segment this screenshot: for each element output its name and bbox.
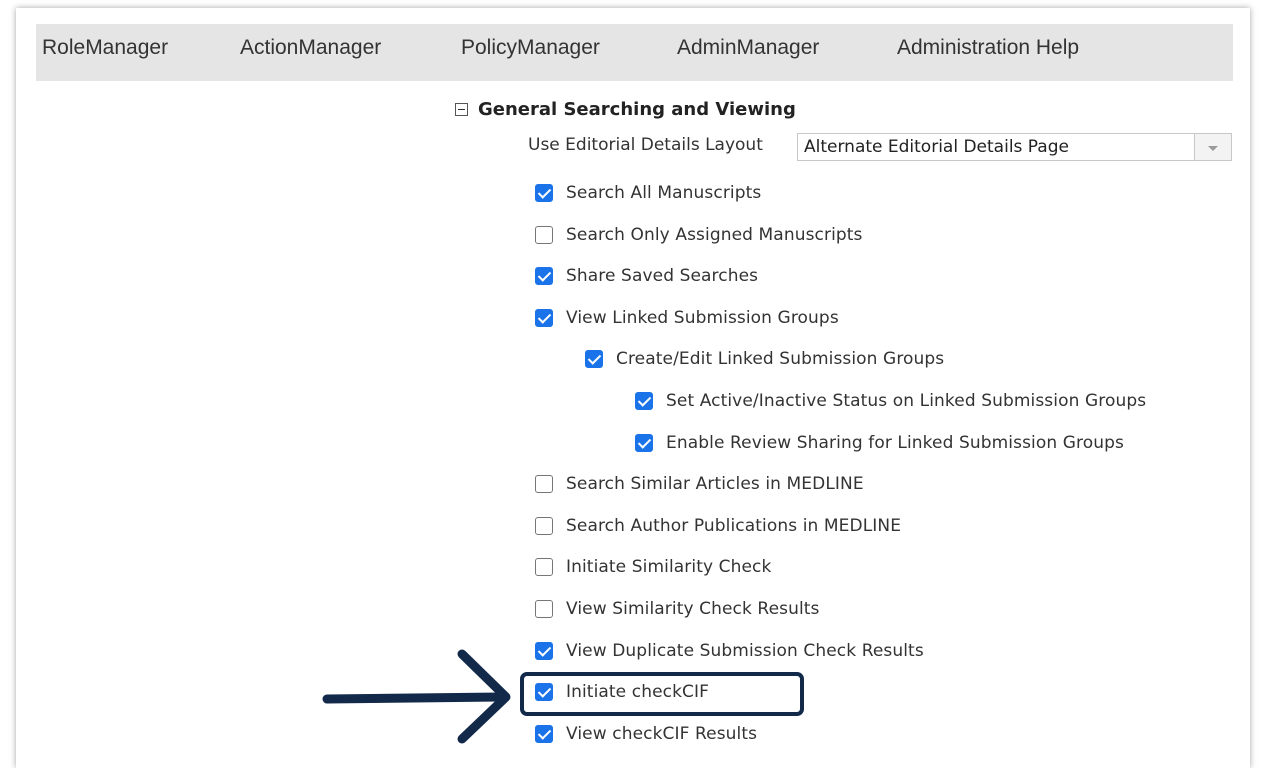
arrow-annotation <box>322 649 511 744</box>
